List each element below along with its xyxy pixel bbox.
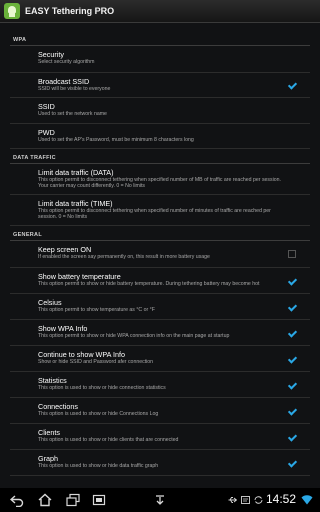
pref-title: Celsius <box>38 298 62 307</box>
pref-continue-wpa-info[interactable]: Continue to show WPA Info Show or hide S… <box>10 346 310 372</box>
pref-summary: If enabled the screen say permanently on… <box>38 254 210 260</box>
menu-icon[interactable] <box>153 493 167 507</box>
pref-title: Clients <box>38 428 60 437</box>
pref-title: Show battery temperature <box>38 272 121 281</box>
checkbox-checked-icon[interactable] <box>288 433 296 441</box>
action-bar: EASY Tethering PRO <box>0 0 320 23</box>
clock: 14:52 <box>265 492 296 506</box>
preferences-list: WPA Security Select security algorithm B… <box>10 31 310 476</box>
pref-summary: This option permit to disconnect tetheri… <box>38 208 271 220</box>
system-navigation-bar: 14:52 <box>0 488 320 512</box>
pref-battery-temperature[interactable]: Show battery temperature This option per… <box>10 268 310 294</box>
checkbox-checked-icon[interactable] <box>288 329 296 337</box>
pref-title: Limit data traffic (DATA) <box>38 168 114 177</box>
pref-title: Keep screen ON <box>38 245 92 254</box>
screenshot-icon[interactable] <box>92 493 106 507</box>
pref-connections[interactable]: Connections This option is used to show … <box>10 398 310 424</box>
checkbox-checked-icon[interactable] <box>288 81 296 89</box>
checkbox-checked-icon[interactable] <box>288 407 296 415</box>
pref-title: Show WPA Info <box>38 324 88 333</box>
notification-icon <box>241 496 250 504</box>
app-title: EASY Tethering PRO <box>25 6 115 16</box>
pref-summary: This option is used to show or hide conn… <box>38 385 166 391</box>
pref-summary: Used to set the network name <box>38 111 107 117</box>
pref-statistics[interactable]: Statistics This option is used to show o… <box>10 372 310 398</box>
usb-icon <box>228 497 237 503</box>
pref-summary: Select security algorithm <box>38 59 95 65</box>
pref-summary: This option permit to disconnect tetheri… <box>38 177 281 189</box>
sync-icon <box>254 496 263 504</box>
pref-limit-data[interactable]: Limit data traffic (DATA) This option pe… <box>10 164 310 195</box>
pref-summary: This option is used to show or hide data… <box>38 463 159 469</box>
pref-show-wpa-info[interactable]: Show WPA Info This option permit to show… <box>10 320 310 346</box>
pref-summary: This option permit to show or hide batte… <box>38 281 260 287</box>
pref-title: SSID <box>38 102 55 111</box>
pref-title: PWD <box>38 128 55 137</box>
pref-limit-time[interactable]: Limit data traffic (TIME) This option pe… <box>10 195 310 226</box>
pref-pwd[interactable]: PWD Used to set the AP's Password, must … <box>10 124 310 149</box>
pref-clients[interactable]: Clients This option is used to show or h… <box>10 424 310 450</box>
pref-summary: Show or hide SSID and Password afer conn… <box>38 359 154 365</box>
pref-title: Broadcast SSID <box>38 77 90 86</box>
pref-summary: This option permit to show temperature a… <box>38 307 155 313</box>
pref-summary: This option permit to show or hide WPA c… <box>38 333 230 339</box>
back-icon[interactable] <box>10 493 24 507</box>
pref-summary: SSID will be visible to everyone <box>38 86 111 92</box>
pref-title: Limit data traffic (TIME) <box>38 199 113 208</box>
pref-title: Connections <box>38 402 78 411</box>
checkbox-unchecked-icon[interactable] <box>288 250 296 258</box>
pref-title: Statistics <box>38 376 67 385</box>
checkbox-checked-icon[interactable] <box>288 277 296 285</box>
pref-ssid[interactable]: SSID Used to set the network name <box>10 98 310 124</box>
section-header-general: GENERAL <box>10 226 310 241</box>
checkbox-checked-icon[interactable] <box>288 355 296 363</box>
checkbox-checked-icon[interactable] <box>288 381 296 389</box>
android-icon <box>4 3 20 19</box>
pref-graph[interactable]: Graph This option is used to show or hid… <box>10 450 310 476</box>
wifi-icon <box>301 495 313 505</box>
section-header-data-traffic: DATA TRAFFIC <box>10 149 310 164</box>
checkbox-checked-icon[interactable] <box>288 303 296 311</box>
pref-keep-screen-on[interactable]: Keep screen ON If enabled the screen say… <box>10 241 310 268</box>
pref-broadcast-ssid[interactable]: Broadcast SSID SSID will be visible to e… <box>10 73 310 98</box>
pref-summary: This option is used to show or hide clie… <box>38 437 179 443</box>
pref-security[interactable]: Security Select security algorithm <box>10 46 310 73</box>
section-header-wpa: WPA <box>10 31 310 46</box>
pref-title: Continue to show WPA Info <box>38 350 125 359</box>
recent-apps-icon[interactable] <box>66 493 80 507</box>
pref-summary: This option is used to show or hide Conn… <box>38 411 159 417</box>
pref-title: Graph <box>38 454 58 463</box>
pref-title: Security <box>38 50 64 59</box>
pref-summary: Used to set the AP's Password, must be m… <box>38 137 194 143</box>
pref-celsius[interactable]: Celsius This option permit to show tempe… <box>10 294 310 320</box>
home-icon[interactable] <box>38 493 52 507</box>
checkbox-checked-icon[interactable] <box>288 459 296 467</box>
